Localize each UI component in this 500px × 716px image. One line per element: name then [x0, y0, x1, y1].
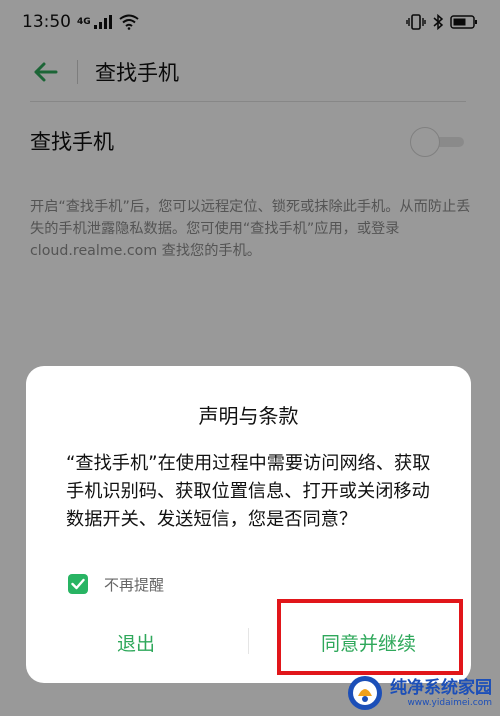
- button-divider: [248, 628, 249, 654]
- dialog-title: 声明与条款: [198, 404, 299, 428]
- watermark-url: www.yidaimei.com: [407, 697, 492, 708]
- check-icon: [71, 578, 85, 590]
- dont-remind-label: 不再提醒: [104, 575, 165, 594]
- watermark-logo-icon: [348, 676, 382, 710]
- dont-remind-row[interactable]: 不再提醒: [68, 572, 164, 596]
- dont-remind-checkbox[interactable]: [68, 574, 88, 594]
- watermark-text: 纯净系统家园 www.yidaimei.com: [390, 678, 492, 709]
- dialog-message: “查找手机”在使用过程中需要访问网络、获取手机识别码、获取位置信息、打开或关闭移…: [66, 453, 431, 530]
- site-watermark: 纯净系统家园 www.yidaimei.com: [346, 674, 492, 712]
- watermark-title: 纯净系统家园: [390, 677, 492, 698]
- exit-button[interactable]: 退出: [66, 620, 206, 664]
- annotation-highlight-box: [277, 599, 463, 675]
